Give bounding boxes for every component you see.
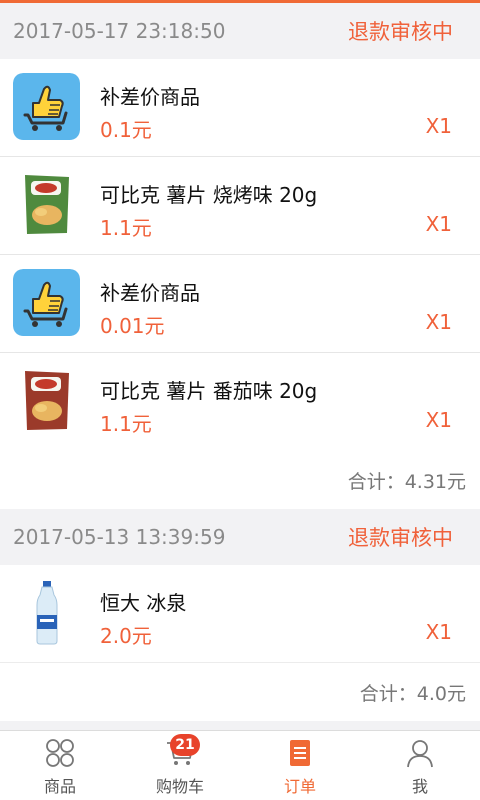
order-list[interactable]: 2017-05-17 23:18:50 退款审核中 补差价商品 0.1元 X1 xyxy=(0,3,480,730)
order-item[interactable]: 恒大 冰泉 2.0元 X1 xyxy=(0,565,480,663)
item-quantity: X1 xyxy=(425,310,452,334)
chips-bag-red-image xyxy=(13,367,80,434)
order-item[interactable]: 可比克 薯片 烧烤味 20g 1.1元 X1 xyxy=(0,157,480,255)
tab-orders[interactable]: 订单 xyxy=(240,731,360,800)
order-time: 2017-05-17 23:18:50 xyxy=(13,19,226,43)
order-header: 2017-05-13 13:39:59 退款审核中 xyxy=(0,509,480,565)
thumbs-up-cart-icon xyxy=(13,269,80,336)
order-status: 退款审核中 xyxy=(348,526,453,550)
item-name: 可比克 薯片 烧烤味 20g xyxy=(100,183,318,207)
item-quantity: X1 xyxy=(425,408,452,432)
order-time: 2017-05-13 13:39:59 xyxy=(13,525,226,549)
bottom-tab-bar: 商品 购物车 订单 我 21 xyxy=(0,730,480,800)
tab-label: 购物车 xyxy=(155,777,204,796)
item-name: 恒大 冰泉 xyxy=(100,591,187,615)
order-total: 合计：4.31元 xyxy=(0,451,480,509)
thumbs-up-cart-icon xyxy=(13,73,80,140)
order-item[interactable]: 可比克 薯片 番茄味 20g 1.1元 X1 xyxy=(0,353,480,451)
item-name: 补差价商品 xyxy=(100,85,200,109)
order-doc-icon xyxy=(284,737,316,769)
tab-products[interactable]: 商品 xyxy=(0,731,120,800)
item-quantity: X1 xyxy=(425,620,452,644)
item-price: 2.0元 xyxy=(100,624,152,648)
cart-count-badge: 21 xyxy=(170,734,200,756)
item-name: 补差价商品 xyxy=(100,281,200,305)
item-price: 0.1元 xyxy=(100,118,152,142)
chips-bag-green-image xyxy=(13,171,80,238)
item-price: 1.1元 xyxy=(100,412,152,436)
person-icon xyxy=(404,737,436,769)
grid-circles-icon xyxy=(44,737,76,769)
order-header: 2017-05-17 23:18:50 退款审核中 xyxy=(0,3,480,59)
item-quantity: X1 xyxy=(425,212,452,236)
item-price: 1.1元 xyxy=(100,216,152,240)
order-status: 退款审核中 xyxy=(348,20,453,44)
item-price: 0.01元 xyxy=(100,314,165,338)
item-quantity: X1 xyxy=(425,114,452,138)
item-name: 可比克 薯片 番茄味 20g xyxy=(100,379,318,403)
order-card[interactable]: 2017-05-17 23:18:50 退款审核中 补差价商品 0.1元 X1 xyxy=(0,3,480,509)
water-bottle-image xyxy=(13,579,80,646)
order-card[interactable]: 2017-05-13 13:39:59 退款审核中 恒大 冰泉 2.0元 X1 … xyxy=(0,509,480,721)
tab-label: 订单 xyxy=(283,777,316,796)
tab-label: 商品 xyxy=(43,777,76,796)
order-item[interactable]: 补差价商品 0.1元 X1 xyxy=(0,59,480,157)
order-total: 合计：4.0元 xyxy=(0,663,480,721)
order-item[interactable]: 补差价商品 0.01元 X1 xyxy=(0,255,480,353)
tab-label: 我 xyxy=(411,777,428,796)
tab-me[interactable]: 我 xyxy=(360,731,480,800)
